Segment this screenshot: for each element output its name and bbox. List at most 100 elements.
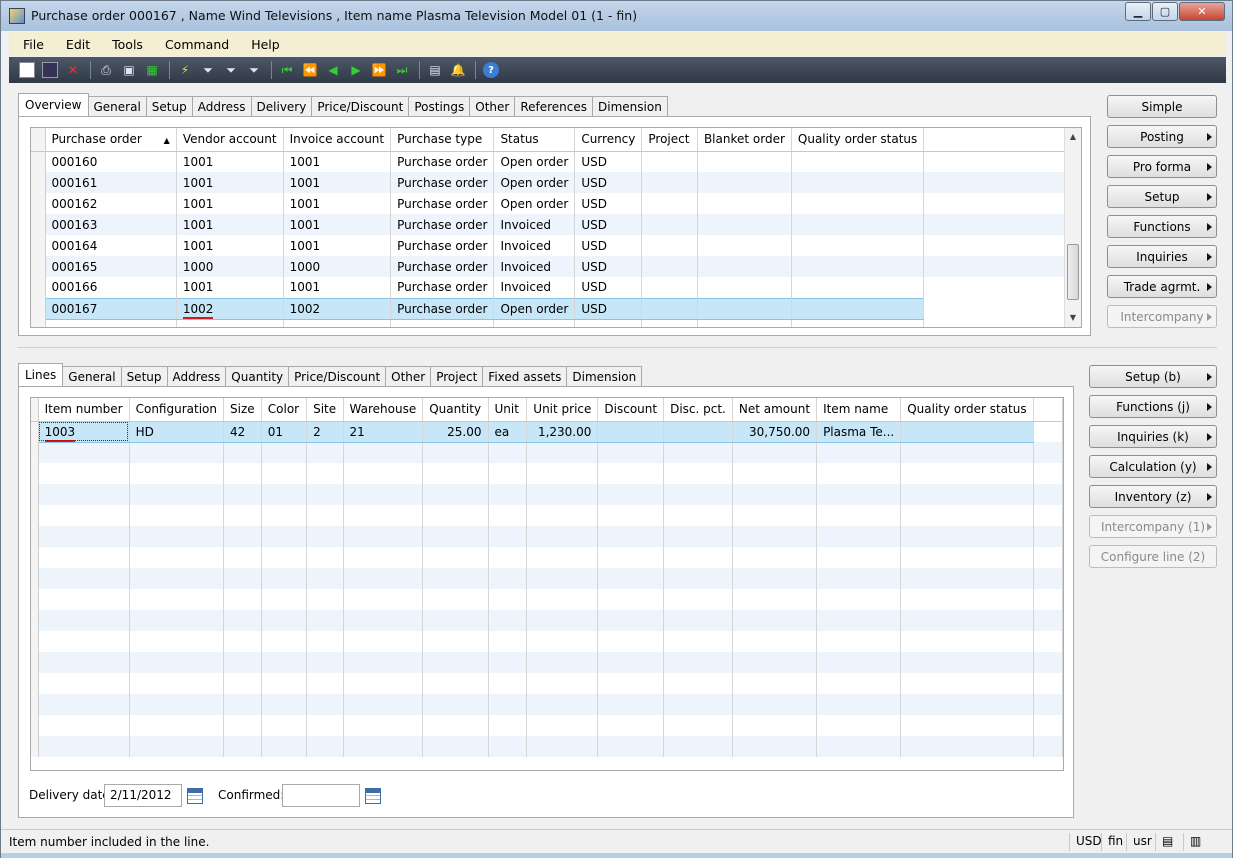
column-header[interactable]: Currency (574, 128, 643, 152)
column-header[interactable]: Quantity (422, 398, 489, 422)
tab-price-discount[interactable]: Price/Discount (311, 96, 410, 116)
menu-edit[interactable]: Edit (52, 37, 98, 52)
table-cell[interactable] (697, 172, 792, 193)
table-cell[interactable]: 1,230.00 (526, 420, 599, 443)
tab-line-general[interactable]: General (62, 366, 122, 386)
table-cell[interactable]: Purchase order (390, 277, 495, 298)
scroll-down-icon[interactable]: ▼ (1065, 310, 1081, 326)
table-cell[interactable] (641, 214, 698, 235)
table-cell[interactable]: 000165 (45, 256, 177, 277)
last-record-icon[interactable]: ⏭ (394, 62, 410, 78)
table-cell[interactable]: 1001 (176, 277, 284, 298)
table-cell[interactable]: Invoiced (493, 256, 576, 277)
table-cell[interactable]: 000163 (45, 214, 177, 235)
functions-button[interactable]: Functions (1107, 215, 1217, 238)
table-cell[interactable]: 1001 (283, 214, 392, 235)
row-selector[interactable] (31, 298, 46, 319)
row-selector[interactable] (31, 151, 46, 172)
excel-export-icon[interactable]: ▦ (144, 62, 160, 78)
table-cell[interactable] (641, 256, 698, 277)
setup-button[interactable]: Setup (1107, 185, 1217, 208)
table-row-selected[interactable]: 1003 HD 42 01 2 21 25.00 ea 1,230.00 30,… (31, 420, 1063, 443)
column-header[interactable]: Vendor account (176, 128, 284, 152)
table-cell[interactable]: USD (574, 172, 643, 193)
document-handling-icon[interactable]: ▤ (427, 62, 443, 78)
table-cell[interactable] (641, 297, 698, 320)
scrollbar-thumb[interactable] (1067, 244, 1079, 300)
column-header[interactable]: Disc. pct. (663, 398, 733, 422)
table-cell[interactable] (791, 193, 925, 214)
remove-filter-icon[interactable]: ⏷ (246, 62, 262, 78)
tab-line-quantity[interactable]: Quantity (225, 366, 290, 386)
column-header[interactable]: Item number (38, 398, 130, 422)
alert-icon[interactable]: 🔔 (450, 62, 466, 78)
table-cell[interactable]: 1001 (283, 193, 392, 214)
table-cell[interactable]: Invoiced (493, 235, 576, 256)
tab-lines[interactable]: Lines (18, 363, 64, 386)
table-cell[interactable]: 1001 (283, 277, 392, 298)
column-header[interactable]: Configuration (129, 398, 225, 422)
row-selector[interactable] (31, 172, 46, 193)
column-header[interactable]: Status (493, 128, 576, 152)
table-cell[interactable]: 1001 (176, 151, 284, 172)
table-cell[interactable] (641, 193, 698, 214)
tab-setup[interactable]: Setup (145, 96, 193, 116)
tab-address[interactable]: Address (191, 96, 252, 116)
table-cell[interactable] (697, 214, 792, 235)
table-cell[interactable]: 1001 (283, 172, 392, 193)
table-cell[interactable]: Purchase order (390, 214, 495, 235)
table-row[interactable]: 000166 1001 1001 Purchase order Invoiced… (31, 277, 1081, 298)
tab-overview[interactable]: Overview (18, 93, 89, 116)
column-header[interactable]: Invoice account (283, 128, 392, 152)
posting-button[interactable]: Posting (1107, 125, 1217, 148)
table-cell[interactable] (791, 151, 925, 172)
menu-tools[interactable]: Tools (98, 37, 151, 52)
table-cell[interactable]: 000167 (45, 297, 177, 320)
table-cell[interactable] (791, 256, 925, 277)
column-header[interactable]: Size (223, 398, 262, 422)
table-cell[interactable] (663, 420, 733, 443)
table-cell[interactable]: Open order (493, 151, 576, 172)
table-cell[interactable]: Open order (493, 193, 576, 214)
filter-by-selection-icon[interactable]: ⚡ (177, 62, 193, 78)
table-cell[interactable] (791, 277, 925, 298)
row-selector[interactable] (31, 235, 46, 256)
table-row-selected[interactable]: 000167 1002 1002 Purchase order Open ord… (31, 297, 1081, 320)
table-cell[interactable]: USD (574, 277, 643, 298)
column-header[interactable]: Quality order status (900, 398, 1034, 422)
maximize-button[interactable]: ▢ (1152, 2, 1178, 21)
column-header[interactable]: Site (306, 398, 344, 422)
table-cell[interactable]: Purchase order (390, 151, 495, 172)
column-header[interactable]: Purchase type (390, 128, 495, 152)
column-header[interactable]: Color (261, 398, 308, 422)
next-page-icon[interactable]: ⏩ (371, 62, 387, 78)
table-cell[interactable] (641, 277, 698, 298)
table-cell[interactable]: USD (574, 151, 643, 172)
table-row[interactable]: 000165 1000 1000 Purchase order Invoiced… (31, 256, 1081, 277)
tab-delivery[interactable]: Delivery (250, 96, 313, 116)
print-preview-icon[interactable]: ▣ (121, 62, 137, 78)
column-header[interactable]: Unit (488, 398, 528, 422)
row-selector[interactable] (31, 193, 46, 214)
table-cell[interactable]: 1002 (176, 297, 284, 320)
column-header[interactable]: Blanket order (697, 128, 792, 152)
table-cell[interactable]: ea (488, 420, 528, 443)
simple-button[interactable]: Simple (1107, 95, 1217, 118)
row-selector[interactable] (31, 214, 46, 235)
table-cell[interactable]: 2 (306, 420, 344, 443)
table-cell[interactable]: USD (574, 214, 643, 235)
filter-by-grid-icon[interactable]: ⏷ (200, 62, 216, 78)
table-cell[interactable] (791, 235, 925, 256)
previous-record-icon[interactable]: ◀ (325, 62, 341, 78)
delivery-date-field[interactable]: 2/11/2012 (104, 784, 182, 807)
menu-file[interactable]: File (9, 37, 52, 52)
tab-line-fixed-assets[interactable]: Fixed assets (482, 366, 568, 386)
tab-line-price-discount[interactable]: Price/Discount (288, 366, 387, 386)
table-cell[interactable]: 000160 (45, 151, 177, 172)
tab-dimension[interactable]: Dimension (592, 96, 668, 116)
table-cell[interactable]: 42 (223, 420, 262, 443)
table-cell[interactable]: USD (574, 256, 643, 277)
table-cell[interactable] (697, 297, 792, 320)
row-selector[interactable] (31, 256, 46, 277)
table-cell[interactable]: 1002 (283, 297, 392, 320)
